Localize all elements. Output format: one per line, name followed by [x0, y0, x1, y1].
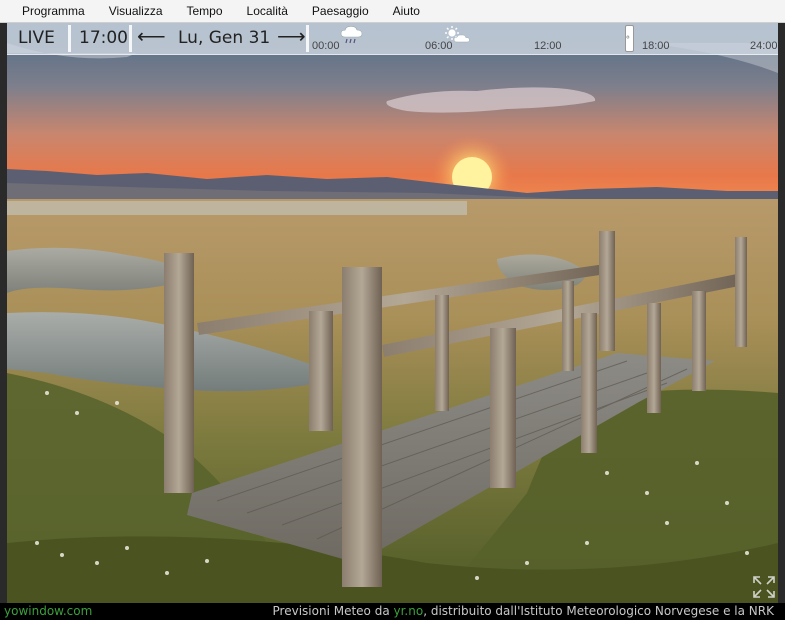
credit-text: Previsioni Meteo da yr.no, distribuito d…	[273, 603, 774, 620]
timeline-slider[interactable]: 00:00 06:00 12:00 18:00 24:00	[309, 23, 778, 54]
current-time[interactable]: 17:00	[79, 23, 128, 54]
menu-programma[interactable]: Programma	[0, 0, 97, 22]
fullscreen-icon[interactable]	[751, 574, 777, 600]
current-date[interactable]: Lu, Gen 31	[178, 23, 270, 54]
toolbar-divider	[129, 25, 132, 52]
tick-label: 24:00	[750, 40, 778, 52]
time-toolbar: LIVE 17:00 ⟵ Lu, Gen 31 ⟶ 00:00 06:00 12…	[7, 23, 778, 55]
tick-label: 12:00	[534, 40, 562, 52]
app-frame: LIVE 17:00 ⟵ Lu, Gen 31 ⟶ 00:00 06:00 12…	[0, 23, 785, 603]
timeline-handle[interactable]	[625, 25, 634, 52]
rain-cloud-icon	[339, 25, 365, 50]
menu-localita[interactable]: Località	[235, 0, 300, 22]
menu-bar: Programma Visualizza Tempo Località Paes…	[0, 0, 785, 23]
credit-prefix: Previsioni Meteo da	[272, 604, 394, 618]
sun-cloud-icon	[443, 25, 473, 50]
toolbar-divider	[68, 25, 71, 52]
landscape-scene	[7, 23, 778, 603]
credit-suffix: , distribuito dall'Istituto Meteorologic…	[423, 604, 774, 618]
tick-label: 18:00	[642, 40, 670, 52]
arrow-left-icon[interactable]: ⟵	[137, 23, 166, 54]
arrow-right-icon[interactable]: ⟶	[277, 23, 306, 54]
tick-label: 00:00	[312, 40, 340, 52]
footer-bar: yowindow.com Previsioni Meteo da yr.no, …	[0, 603, 785, 620]
menu-visualizza[interactable]: Visualizza	[97, 0, 175, 22]
yr-link[interactable]: yr.no	[394, 604, 424, 618]
brand-link[interactable]: yowindow.com	[4, 603, 92, 620]
menu-tempo[interactable]: Tempo	[175, 0, 235, 22]
live-button[interactable]: LIVE	[18, 23, 55, 54]
menu-aiuto[interactable]: Aiuto	[381, 0, 432, 22]
menu-paesaggio[interactable]: Paesaggio	[300, 0, 381, 22]
